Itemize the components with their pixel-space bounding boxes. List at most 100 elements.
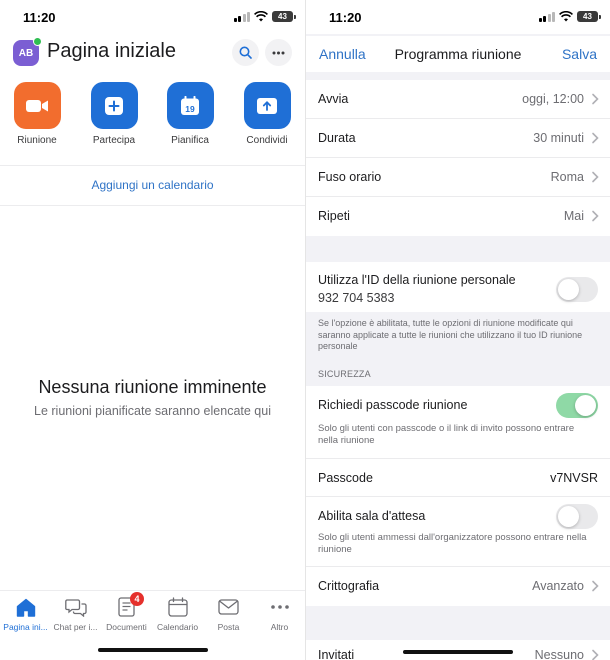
row-label: Ripeti <box>318 209 350 223</box>
chevron-right-icon <box>592 649 599 660</box>
action-tile <box>243 82 291 129</box>
notification-badge: 4 <box>130 592 144 606</box>
tab-calendar[interactable]: Calendario <box>152 596 203 632</box>
tab-bar: Pagina ini... Chat per i... 4 Documenti … <box>0 590 305 660</box>
divider <box>0 205 305 206</box>
tab-label: Altro <box>270 622 289 632</box>
more-icon <box>270 605 289 609</box>
toggle-knob <box>575 395 596 416</box>
tab-label: Documenti <box>106 622 147 632</box>
avatar[interactable]: AB <box>13 37 42 66</box>
cellular-signal-icon <box>538 11 555 22</box>
quick-actions: Riunione Partecipa 19 Pianifica Condivid… <box>0 82 305 166</box>
row-label: Abilita sala d'attesa <box>318 509 426 523</box>
row-value: oggi, 12:00 <box>522 92 584 106</box>
calendar-icon: 19 <box>181 95 199 115</box>
status-icons: 43 <box>538 11 601 22</box>
row-value: 30 minuti <box>533 131 584 145</box>
more-options-button[interactable] <box>265 39 292 66</box>
status-bar: 11:20 43 <box>306 0 610 34</box>
row-label: Invitati <box>318 648 355 660</box>
tab-icon-wrap: 4 <box>101 592 152 618</box>
row-label: Passcode <box>318 471 373 485</box>
plus-icon <box>105 96 123 115</box>
row-value: Avanzato <box>532 579 584 593</box>
row-description: Solo gli utenti con passcode o il link d… <box>318 423 575 446</box>
join-meeting-button[interactable]: Partecipa <box>79 82 149 146</box>
tab-mail[interactable]: Posta <box>203 596 254 632</box>
schedule-meeting-screen: 11:20 43 Annulla Programma riunione Salv… <box>305 0 610 660</box>
chevron-right-icon <box>592 171 599 183</box>
battery-icon: 43 <box>272 11 296 22</box>
passcode-row[interactable]: Passcode v7NVSR <box>306 459 610 497</box>
new-meeting-button[interactable]: Riunione <box>2 82 72 146</box>
row-label: Durata <box>318 131 356 145</box>
nav-bar: Annulla Programma riunione Salva <box>306 36 610 72</box>
calendar-icon <box>167 597 188 617</box>
cellular-signal-icon <box>233 11 250 22</box>
chevron-right-icon <box>592 93 599 105</box>
tab-icon-wrap <box>0 596 51 618</box>
add-calendar-link[interactable]: Aggiungi un calendario <box>0 178 305 192</box>
video-camera-icon <box>26 99 48 112</box>
chevron-right-icon <box>592 210 599 222</box>
tab-documents[interactable]: 4 Documenti <box>101 592 152 632</box>
action-label: Riunione <box>17 135 57 146</box>
share-screen-button[interactable]: Condividi <box>232 82 302 146</box>
empty-state-subtitle: Le riunioni pianificate saranno elencate… <box>34 404 271 418</box>
tab-label: Chat per i... <box>53 622 98 632</box>
row-label: Fuso orario <box>318 170 382 184</box>
tab-label: Calendario <box>156 622 199 632</box>
share-screen-icon <box>257 97 277 114</box>
ellipsis-icon <box>272 51 285 54</box>
toggle-knob <box>558 506 579 527</box>
search-button[interactable] <box>232 39 259 66</box>
wifi-icon <box>254 11 268 22</box>
row-description: Solo gli utenti ammessi dall'organizzato… <box>318 532 587 555</box>
action-label: Pianifica <box>171 135 209 146</box>
repeat-row[interactable]: Ripeti Mai <box>306 197 610 236</box>
tab-label: Pagina ini... <box>3 622 48 632</box>
home-header: AB Pagina iniziale <box>0 36 305 70</box>
calendar-day: 19 <box>185 104 195 114</box>
chevron-right-icon <box>592 580 599 592</box>
mail-icon <box>218 599 239 615</box>
section-header-security: SICUREZZA <box>318 369 371 379</box>
status-bar: 11:20 43 <box>0 0 305 34</box>
passcode-required-row: Richiedi passcode riunione Solo gli uten… <box>306 386 610 459</box>
avatar-initials: AB <box>18 47 34 59</box>
row-label: Crittografia <box>318 579 380 593</box>
row-value: Roma <box>550 170 584 184</box>
save-button[interactable]: Salva <box>562 46 597 62</box>
passcode-value: v7NVSR <box>550 471 598 485</box>
chat-icon <box>64 598 87 617</box>
tab-icon-wrap <box>203 596 254 618</box>
encryption-row[interactable]: Crittografia Avanzato <box>306 567 610 606</box>
row-label: Richiedi passcode riunione <box>318 398 468 412</box>
home-screen: 11:20 43 AB Pagina iniziale Riunione Par… <box>0 0 305 660</box>
home-indicator[interactable] <box>97 648 208 652</box>
tab-more[interactable]: Altro <box>254 596 305 632</box>
action-tile <box>13 82 61 129</box>
personal-id-group: Utilizza l'ID della riunione personale 9… <box>306 262 610 312</box>
waiting-room-toggle[interactable] <box>556 504 598 529</box>
action-label: Partecipa <box>92 135 136 146</box>
action-tile <box>90 82 138 129</box>
tab-chat[interactable]: Chat per i... <box>50 596 101 632</box>
status-time: 11:20 <box>329 10 362 25</box>
home-indicator[interactable] <box>403 650 513 654</box>
row-value: Mai <box>563 209 584 223</box>
personal-id-toggle[interactable] <box>556 277 598 302</box>
empty-state: Nessuna riunione imminente Le riunioni p… <box>0 377 305 418</box>
start-time-row[interactable]: Avvia oggi, 12:00 <box>306 80 610 119</box>
divider <box>0 165 305 166</box>
tab-home[interactable]: Pagina ini... <box>0 596 51 632</box>
schedule-meeting-button[interactable]: 19 Pianifica <box>155 82 225 146</box>
passcode-required-toggle[interactable] <box>556 393 598 418</box>
duration-row[interactable]: Durata 30 minuti <box>306 119 610 158</box>
tab-icon-wrap <box>254 596 305 618</box>
battery-icon: 43 <box>577 11 601 22</box>
search-icon <box>239 46 252 59</box>
row-value: Nessuno <box>534 648 584 660</box>
time-zone-row[interactable]: Fuso orario Roma <box>306 158 610 197</box>
